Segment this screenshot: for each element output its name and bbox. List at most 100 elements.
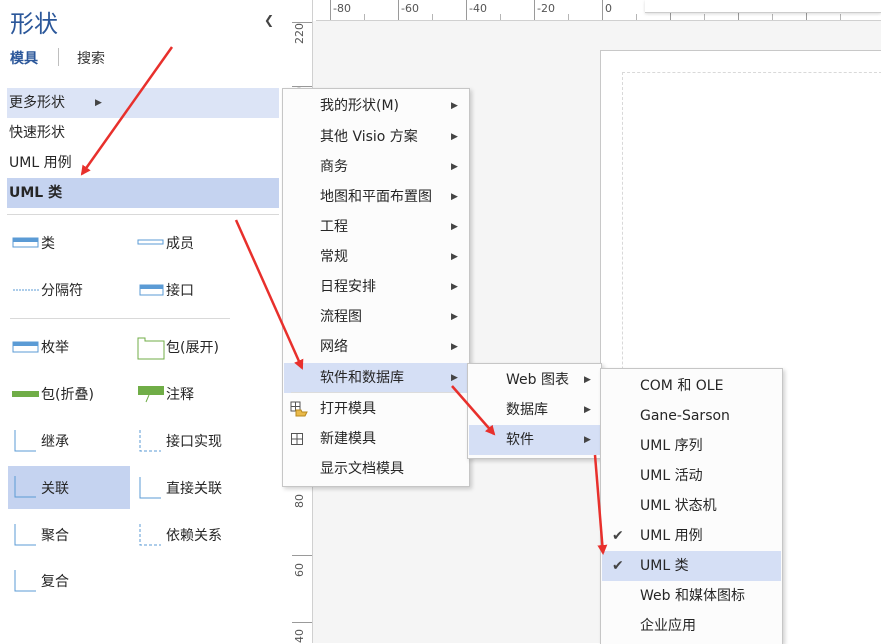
shape-label: 接口实现	[166, 434, 222, 450]
menu-item-show-document-stencil[interactable]: 显示文档模具	[284, 454, 468, 484]
ruler-tick	[466, 0, 467, 20]
shape-inheritance[interactable]: 继承	[8, 421, 128, 461]
menu-item-engineering[interactable]: 工程 ▶	[284, 212, 468, 242]
menu-item-open-stencil[interactable]: 打开模具	[284, 394, 468, 424]
shape-label: 包(展开)	[166, 340, 219, 356]
interface-shape-icon	[139, 284, 164, 296]
menu-item-maps[interactable]: 地图和平面布置图 ▶	[284, 182, 468, 212]
ruler-tick	[840, 14, 841, 20]
menu-item-other-visio[interactable]: 其他 Visio 方案 ▶	[284, 122, 468, 152]
stencil-uml-usecase[interactable]: UML 用例	[7, 148, 279, 178]
menu-item-my-shapes[interactable]: 我的形状(M) ▶	[284, 91, 468, 121]
ruler-label: -20	[537, 2, 555, 15]
ruler-label: 220	[293, 23, 306, 44]
inheritance-connector-icon	[14, 430, 36, 452]
shape-comment[interactable]: 注释	[133, 374, 253, 414]
chevron-right-icon: ▶	[451, 222, 458, 232]
ruler-label: 60	[293, 563, 306, 577]
realization-connector-icon	[139, 430, 161, 452]
chevron-left-icon[interactable]: ❮	[264, 13, 274, 27]
shape-package-expanded[interactable]: 包(展开)	[133, 327, 253, 367]
software-database-submenu: Web 图表 ▶ 数据库 ▶ 软件 ▶	[467, 363, 602, 459]
stencil-quick-shapes[interactable]: 快速形状	[7, 118, 279, 148]
shape-enumeration[interactable]: 枚举	[8, 327, 128, 367]
shape-interface-realization[interactable]: 接口实现	[133, 421, 253, 461]
composition-connector-icon	[14, 570, 36, 592]
menu-item-uml-sequence[interactable]: UML 序列	[602, 431, 781, 461]
ruler-tick	[636, 14, 637, 20]
menu-item-label: UML 状态机	[640, 498, 717, 514]
menu-item-general[interactable]: 常规 ▶	[284, 242, 468, 272]
menu-item-new-stencil[interactable]: 新建模具	[284, 424, 468, 454]
ruler-tick	[772, 14, 773, 20]
menu-item-software-database[interactable]: 软件和数据库 ▶	[284, 363, 468, 393]
shape-label: 分隔符	[41, 283, 83, 299]
ruler-label: -40	[469, 2, 487, 15]
menu-item-label: UML 活动	[640, 468, 703, 484]
menu-item-label: 打开模具	[320, 401, 376, 417]
tab-stencils[interactable]: 模具	[10, 48, 38, 68]
menu-item-network[interactable]: 网络 ▶	[284, 332, 468, 362]
menu-item-gane-sarson[interactable]: Gane-Sarson	[602, 401, 781, 431]
shape-class[interactable]: 类	[8, 223, 128, 263]
menu-item-label: 新建模具	[320, 431, 376, 447]
shape-package-collapsed[interactable]: 包(折叠)	[8, 374, 128, 414]
ruler-tick	[602, 0, 603, 20]
shape-direct-association[interactable]: 直接关联	[133, 468, 253, 508]
ribbon-edge	[645, 0, 881, 13]
more-shapes-item[interactable]: 更多形状 ▶	[7, 88, 279, 118]
shape-label: 依赖关系	[166, 528, 222, 544]
menu-item-web-media-icons[interactable]: Web 和媒体图标	[602, 581, 781, 611]
menu-item-label: 企业应用	[640, 618, 696, 634]
ruler-label: -60	[401, 2, 419, 15]
menu-item-uml-class[interactable]: ✔ UML 类	[602, 551, 781, 581]
shape-label: 包(折叠)	[41, 387, 94, 403]
chevron-right-icon: ▶	[451, 282, 458, 292]
menu-item-uml-usecase[interactable]: ✔ UML 用例	[602, 521, 781, 551]
package-collapsed-icon	[12, 391, 39, 397]
menu-item-business[interactable]: 商务 ▶	[284, 152, 468, 182]
shape-interface[interactable]: 接口	[133, 270, 253, 310]
shape-member[interactable]: 成员	[133, 223, 253, 263]
chevron-right-icon: ▶	[584, 435, 591, 445]
aggregation-connector-icon	[14, 524, 36, 546]
menu-item-uml-state-machine[interactable]: UML 状态机	[602, 491, 781, 521]
association-connector-icon	[14, 476, 36, 498]
software-submenu: COM 和 OLE Gane-Sarson UML 序列 UML 活动 UML …	[600, 368, 783, 644]
shape-composition[interactable]: 复合	[8, 561, 128, 601]
shape-separator[interactable]: 分隔符	[8, 270, 128, 310]
menu-item-label: UML 类	[640, 558, 689, 574]
shape-label: 枚举	[41, 340, 69, 356]
shape-label: 类	[41, 236, 55, 252]
menu-item-web-diagram[interactable]: Web 图表 ▶	[469, 365, 600, 395]
shape-association[interactable]: 关联	[8, 466, 130, 509]
stencil-uml-class[interactable]: UML 类	[7, 178, 279, 208]
menu-item-label: Web 和媒体图标	[640, 588, 745, 604]
ruler-tick	[704, 14, 705, 20]
member-shape-icon	[137, 239, 164, 245]
menu-item-database[interactable]: 数据库 ▶	[469, 395, 600, 425]
ruler-tick	[292, 622, 312, 623]
chevron-right-icon: ▶	[451, 101, 458, 111]
menu-item-flowchart[interactable]: 流程图 ▶	[284, 302, 468, 332]
checkmark-icon: ✔	[612, 528, 624, 544]
menu-item-software[interactable]: 软件 ▶	[469, 425, 600, 455]
ruler-tick	[330, 0, 331, 20]
menu-item-label: Web 图表	[506, 372, 569, 388]
chevron-right-icon: ▶	[95, 98, 102, 108]
menu-item-com-ole[interactable]: COM 和 OLE	[602, 371, 781, 401]
tab-search[interactable]: 搜索	[77, 48, 105, 68]
ruler-tick	[568, 14, 569, 20]
menu-item-label: 商务	[320, 159, 348, 175]
menu-item-uml-activity[interactable]: UML 活动	[602, 461, 781, 491]
shape-dependency[interactable]: 依赖关系	[133, 515, 253, 555]
menu-item-label: Gane-Sarson	[640, 408, 730, 424]
tab-divider	[58, 48, 59, 66]
shape-label: 关联	[41, 481, 69, 497]
shape-label: 聚合	[41, 528, 69, 544]
menu-item-schedule[interactable]: 日程安排 ▶	[284, 272, 468, 302]
ruler-tick	[364, 14, 365, 20]
menu-item-enterprise-app[interactable]: 企业应用	[602, 611, 781, 641]
chevron-right-icon: ▶	[451, 373, 458, 383]
shape-aggregation[interactable]: 聚合	[8, 515, 128, 555]
